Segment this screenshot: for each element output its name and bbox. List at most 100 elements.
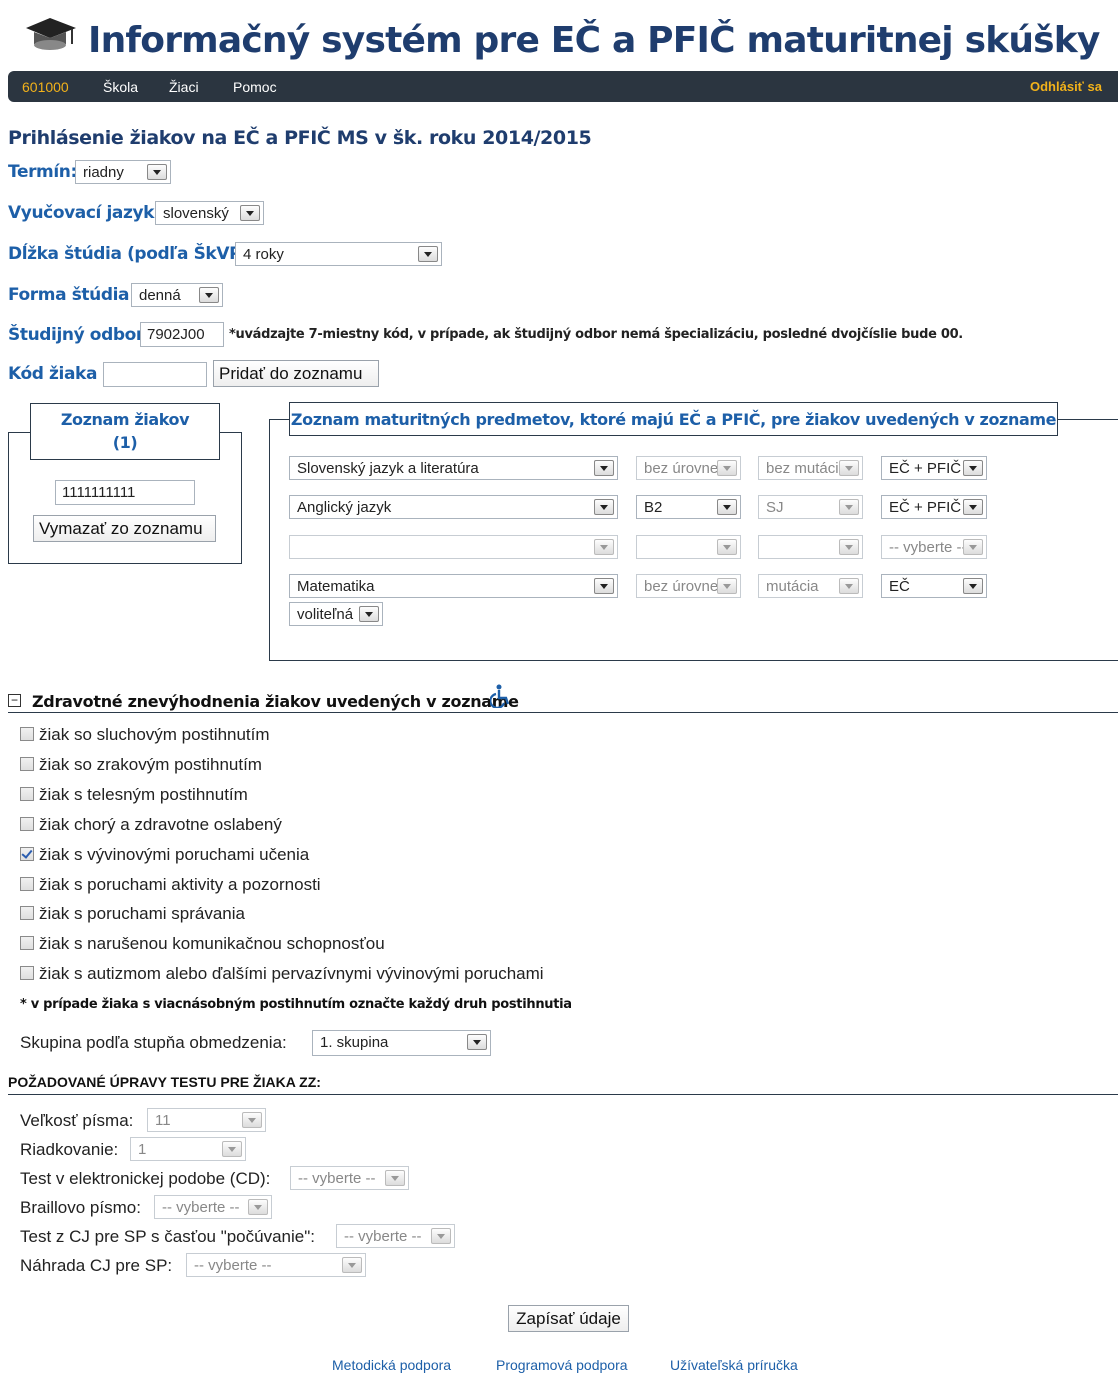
- chevron-down-icon: [717, 460, 737, 476]
- chevron-down-icon: [594, 460, 614, 476]
- subject-select[interactable]: Anglický jazyk: [289, 495, 618, 519]
- dlzka-select[interactable]: 4 roky: [235, 242, 442, 266]
- health-option[interactable]: žiak so sluchovým postihnutím: [20, 725, 270, 745]
- level-select[interactable]: bez úrovne: [636, 574, 741, 598]
- checkbox[interactable]: [20, 727, 34, 741]
- health-option-label: žiak s telesným postihnutím: [39, 785, 248, 804]
- jazyk-value: slovenský: [163, 205, 229, 222]
- health-option[interactable]: žiak s vývinovými poruchami učenia: [20, 845, 309, 865]
- braille-select[interactable]: -- vyberte --: [154, 1195, 272, 1219]
- checkbox[interactable]: [20, 906, 34, 920]
- part-select[interactable]: -- vyberte --: [881, 535, 987, 559]
- health-option[interactable]: žiak s autizmom alebo ďalšími pervazívny…: [20, 964, 544, 984]
- checkbox[interactable]: [20, 757, 34, 771]
- part-select[interactable]: EČ: [881, 574, 987, 598]
- mutation-select[interactable]: bez mutácie: [758, 456, 863, 480]
- health-note: * v prípade žiaka s viacnásobným postihn…: [20, 997, 572, 1012]
- odbor-note: *uvádzajte 7-miestny kód, v prípade, ak …: [229, 327, 963, 342]
- collapse-toggle-icon[interactable]: −: [8, 694, 21, 707]
- logout-link[interactable]: Odhlásiť sa: [1030, 79, 1102, 94]
- listening-value: -- vyberte --: [344, 1228, 422, 1245]
- level-value: bez úrovne: [644, 460, 719, 477]
- health-option-label: žiak s autizmom alebo ďalšími pervazívny…: [39, 964, 544, 983]
- chevron-down-icon: [240, 205, 260, 221]
- health-option-label: žiak s poruchami aktivity a pozornosti: [39, 875, 321, 894]
- chevron-down-icon: [385, 1170, 405, 1186]
- dlzka-label: Dĺžka štúdia (podľa ŠkVP):: [8, 244, 255, 264]
- chevron-down-icon: [248, 1199, 268, 1215]
- app-title: Informačný systém pre EČ a PFIČ maturitn…: [88, 20, 1100, 61]
- level-select[interactable]: B2: [636, 495, 741, 519]
- subject-value: Slovenský jazyk a literatúra: [297, 460, 479, 477]
- mutation-select[interactable]: mutácia: [758, 574, 863, 598]
- save-button[interactable]: Zapísať údaje: [508, 1305, 629, 1332]
- top-navbar: 601000 Škola Žiaci Pomoc Odhlásiť sa: [8, 71, 1118, 102]
- spacing-select[interactable]: 1: [130, 1137, 246, 1161]
- subject-select[interactable]: Slovenský jazyk a literatúra: [289, 456, 618, 480]
- health-option[interactable]: žiak s poruchami aktivity a pozornosti: [20, 875, 321, 895]
- health-option-label: žiak s poruchami správania: [39, 904, 245, 923]
- chevron-down-icon: [594, 539, 614, 555]
- chevron-down-icon: [418, 246, 438, 262]
- level-select[interactable]: bez úrovne: [636, 456, 741, 480]
- nav-item-ziaci[interactable]: Žiaci: [169, 79, 199, 95]
- chevron-down-icon: [147, 164, 167, 180]
- remove-from-list-button[interactable]: Vymazať zo zoznamu: [33, 515, 216, 542]
- checkbox[interactable]: [20, 787, 34, 801]
- checkbox[interactable]: [20, 877, 34, 891]
- checkbox-checked[interactable]: [20, 847, 34, 861]
- adjust-section-title: POŽADOVANÉ ÚPRAVY TESTU PRE ŽIAKA ZZ:: [8, 1074, 321, 1090]
- dlzka-value: 4 roky: [243, 246, 284, 263]
- chevron-down-icon: [839, 499, 859, 515]
- chevron-down-icon: [594, 499, 614, 515]
- cd-select[interactable]: -- vyberte --: [290, 1166, 409, 1190]
- subject-select[interactable]: Matematika: [289, 574, 618, 598]
- mutation-select[interactable]: [758, 535, 863, 559]
- footer-link-methodical[interactable]: Metodická podpora: [332, 1357, 451, 1373]
- health-option[interactable]: žiak so zrakovým postihnutím: [20, 755, 262, 775]
- replacement-label: Náhrada CJ pre SP:: [20, 1256, 173, 1275]
- forma-select[interactable]: denná: [131, 283, 223, 307]
- chevron-down-icon: [242, 1112, 262, 1128]
- part-select[interactable]: EČ + PFIČ: [881, 456, 987, 480]
- chevron-down-icon: [839, 578, 859, 594]
- odbor-label: Študijný odbor :: [8, 325, 156, 345]
- students-legend: Zoznam žiakov (1): [30, 403, 220, 460]
- replacement-select[interactable]: -- vyberte --: [186, 1253, 366, 1277]
- graduation-cap-icon: [22, 14, 78, 60]
- level-value: bez úrovne: [644, 578, 719, 595]
- health-option[interactable]: žiak chorý a zdravotne oslabený: [20, 815, 282, 835]
- level-select[interactable]: [636, 535, 741, 559]
- add-to-list-button[interactable]: Pridať do zoznamu: [213, 360, 379, 387]
- health-option[interactable]: žiak s narušenou komunikačnou schopnosťo…: [20, 934, 385, 954]
- listening-select[interactable]: -- vyberte --: [336, 1224, 455, 1248]
- student-list-item[interactable]: 1111111111: [55, 480, 195, 505]
- checkbox[interactable]: [20, 936, 34, 950]
- footer-link-manual[interactable]: Užívateľská príručka: [670, 1357, 798, 1373]
- group-select[interactable]: 1. skupina: [312, 1030, 491, 1056]
- chevron-down-icon: [839, 539, 859, 555]
- health-option[interactable]: žiak s telesným postihnutím: [20, 785, 248, 805]
- nav-item-skola[interactable]: Škola: [103, 79, 138, 95]
- optional-select[interactable]: voliteľná: [289, 602, 383, 626]
- kod-input[interactable]: [103, 362, 207, 387]
- part-select[interactable]: EČ + PFIČ: [881, 495, 987, 519]
- jazyk-label: Vyučovací jazyk :: [8, 203, 166, 223]
- chevron-down-icon: [359, 606, 379, 622]
- level-value: B2: [644, 499, 663, 516]
- odbor-input[interactable]: 7902J00: [140, 322, 224, 347]
- spacing-value: 1: [138, 1141, 147, 1158]
- mutation-select[interactable]: SJ: [758, 495, 863, 519]
- checkbox[interactable]: [20, 817, 34, 831]
- checkbox[interactable]: [20, 966, 34, 980]
- school-code[interactable]: 601000: [22, 79, 69, 95]
- jazyk-select[interactable]: slovenský: [155, 201, 264, 225]
- termin-value: riadny: [83, 164, 124, 181]
- footer-link-software[interactable]: Programová podpora: [496, 1357, 628, 1373]
- mutation-value: SJ: [766, 499, 784, 516]
- font-size-select[interactable]: 11: [147, 1108, 266, 1132]
- health-option[interactable]: žiak s poruchami správania: [20, 904, 245, 924]
- termin-select[interactable]: riadny: [75, 160, 171, 184]
- nav-item-pomoc[interactable]: Pomoc: [233, 79, 277, 95]
- subject-select[interactable]: [289, 535, 618, 559]
